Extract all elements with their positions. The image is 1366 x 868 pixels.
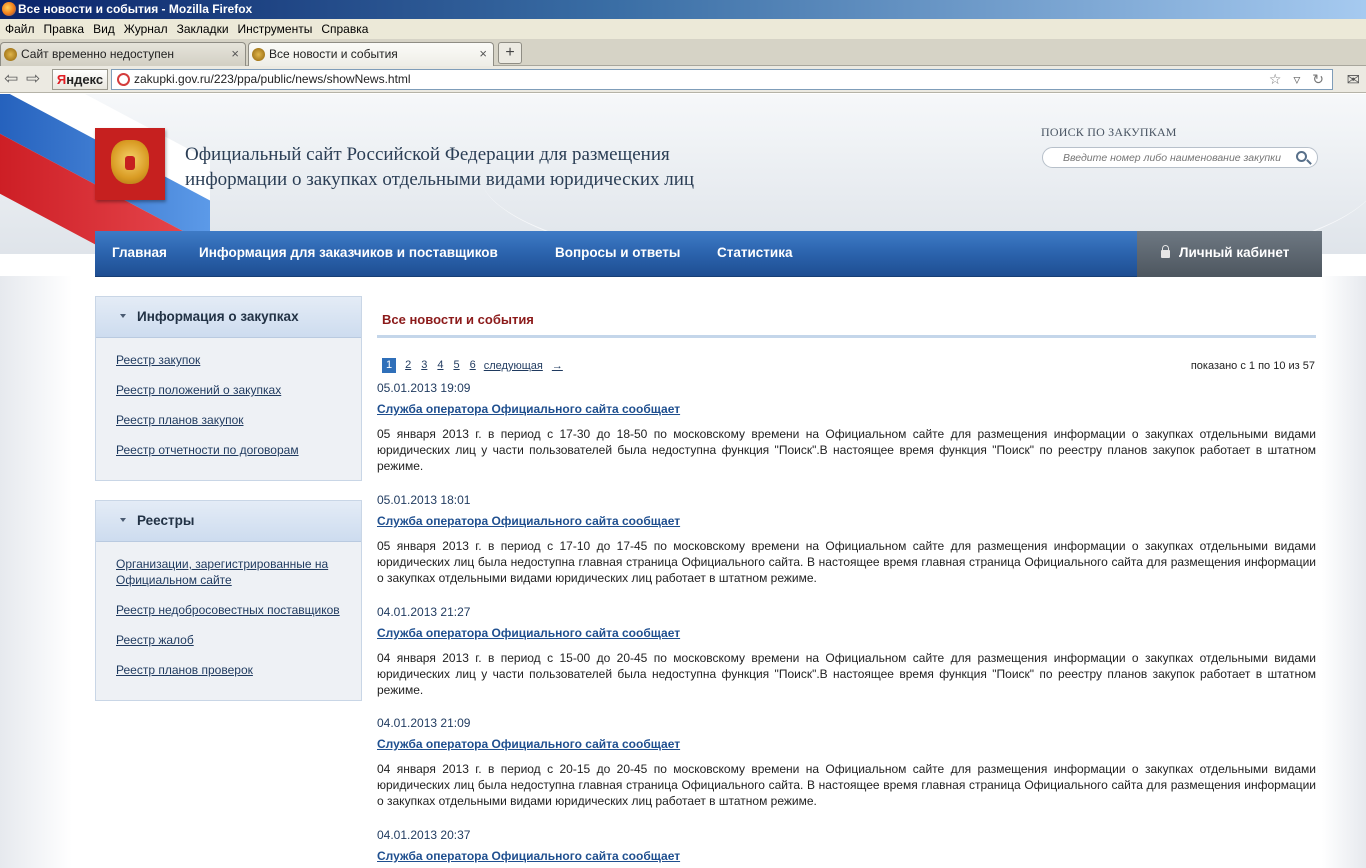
favicon-icon <box>252 48 265 61</box>
news-title-link[interactable]: Служба оператора Официального сайта сооб… <box>377 849 1316 863</box>
news-item: 05.01.2013 18:01 Служба оператора Официа… <box>377 493 1316 586</box>
address-bar[interactable]: zakupki.gov.ru/223/ppa/public/news/showN… <box>111 69 1333 90</box>
search-icon[interactable] <box>1296 151 1307 162</box>
news-title-link[interactable]: Служба оператора Официального сайта сооб… <box>377 626 1316 640</box>
news-item: 04.01.2013 20:37 Служба оператора Официа… <box>377 828 1316 863</box>
sidebar-panel-registries: Реестры Организации, зарегистрированные … <box>95 500 362 701</box>
nav-info-customers-suppliers[interactable]: Информация для заказчиков и поставщиков <box>199 231 498 277</box>
page-link-current[interactable]: 1 <box>382 358 397 373</box>
panel-title: Реестры <box>137 513 195 528</box>
news-date: 04.01.2013 21:09 <box>377 716 471 730</box>
title-divider <box>377 335 1316 338</box>
menu-help[interactable]: Справка <box>319 22 375 36</box>
page-link[interactable]: 2 <box>400 358 416 373</box>
panel-title: Информация о закупках <box>137 309 299 324</box>
panel-header[interactable]: Реестры <box>96 501 361 542</box>
menu-edit[interactable]: Правка <box>42 22 92 36</box>
browser-menu-bar: Файл Правка Вид Журнал Закладки Инструме… <box>0 19 1366 39</box>
pagination: 1 2 3 4 5 6 следующая → <box>382 357 563 374</box>
site-identity-icon[interactable] <box>117 73 130 86</box>
news-body: 05 января 2013 г. в период с 17-30 до 18… <box>377 427 1316 473</box>
news-date: 05.01.2013 18:01 <box>377 493 471 507</box>
news-item: 04.01.2013 21:09 Служба оператора Официа… <box>377 716 1316 809</box>
search-caption: ПОИСК ПО ЗАКУПКАМ <box>1041 125 1177 139</box>
next-page-link[interactable]: следующая <box>484 360 543 372</box>
news-body: 04 января 2013 г. в период с 15-00 до 20… <box>377 651 1316 697</box>
news-item: 05.01.2013 19:09 Служба оператора Официа… <box>377 381 1316 474</box>
window-title: Все новости и события - Mozilla Firefox <box>18 2 253 16</box>
tab-site-unavailable[interactable]: Сайт временно недоступен × <box>0 42 246 66</box>
sidebar-link-inspection-plans[interactable]: Реестр планов проверок <box>116 662 343 678</box>
page-link[interactable]: 4 <box>432 358 448 373</box>
back-arrow-icon[interactable]: ⇦ <box>4 69 18 89</box>
favicon-icon <box>4 48 17 61</box>
sidebar-link-complaints[interactable]: Реестр жалоб <box>116 632 343 648</box>
panel-header[interactable]: Информация о закупках <box>96 297 361 338</box>
news-title-link[interactable]: Служба оператора Официального сайта сооб… <box>377 514 1316 528</box>
browser-tab-bar: Сайт временно недоступен × Все новости и… <box>0 39 1366 67</box>
nav-statistics[interactable]: Статистика <box>717 231 792 277</box>
url-text: zakupki.gov.ru/223/ppa/public/news/showN… <box>134 72 411 86</box>
sidebar-link-plans-registry[interactable]: Реестр планов закупок <box>116 412 343 428</box>
collapse-triangle-icon <box>120 314 126 318</box>
news-body: 04 января 2013 г. в период с 20-15 до 20… <box>377 762 1316 808</box>
close-tab-icon[interactable]: × <box>231 43 239 65</box>
sidebar-link-regulations-registry[interactable]: Реестр положений о закупках <box>116 382 343 398</box>
page-link[interactable]: 6 <box>465 358 481 373</box>
page-side-shade <box>1322 276 1366 868</box>
yandex-logo[interactable]: Яндекс <box>52 69 108 90</box>
page-side-shade <box>0 276 72 868</box>
nav-home[interactable]: Главная <box>112 231 167 277</box>
tab-all-news[interactable]: Все новости и события × <box>248 42 494 67</box>
cabinet-label: Личный кабинет <box>1179 245 1290 260</box>
menu-file[interactable]: Файл <box>3 22 42 36</box>
mail-icon[interactable]: ✉ <box>1347 70 1360 90</box>
sidebar-link-contract-reports[interactable]: Реестр отчетности по договорам <box>116 442 343 458</box>
news-title-link[interactable]: Служба оператора Официального сайта сооб… <box>377 402 1316 416</box>
news-date: 05.01.2013 19:09 <box>377 381 471 395</box>
news-date: 04.01.2013 20:37 <box>377 828 471 842</box>
results-count: показано с 1 по 10 из 57 <box>1190 360 1315 372</box>
menu-view[interactable]: Вид <box>91 22 122 36</box>
main-nav: Главная Информация для заказчиков и пост… <box>95 231 1137 277</box>
sidebar-link-dishonest-suppliers[interactable]: Реестр недобросовестных поставщиков <box>116 602 343 618</box>
coat-of-arms-icon[interactable] <box>95 128 165 200</box>
personal-cabinet-button[interactable]: Личный кабинет <box>1137 231 1322 277</box>
menu-history[interactable]: Журнал <box>122 22 175 36</box>
firefox-icon <box>2 2 16 16</box>
news-item: 04.01.2013 21:27 Служба оператора Официа… <box>377 605 1316 698</box>
lock-icon <box>1161 245 1170 258</box>
nav-faq[interactable]: Вопросы и ответы <box>555 231 680 277</box>
tab-label: Сайт временно недоступен <box>21 47 175 61</box>
news-date: 04.01.2013 21:27 <box>377 605 471 619</box>
sidebar-panel-procurement-info: Информация о закупках Реестр закупок Рее… <box>95 296 362 481</box>
browser-nav-bar: ⇦ ⇨ Яндекс zakupki.gov.ru/223/ppa/public… <box>0 66 1366 93</box>
bookmark-star-icon[interactable]: ☆ ▿ ↻ <box>1269 70 1328 89</box>
close-tab-icon[interactable]: × <box>479 43 487 65</box>
next-arrow-icon[interactable]: → <box>552 360 563 372</box>
page-link[interactable]: 3 <box>416 358 432 373</box>
sidebar-link-registered-orgs[interactable]: Организации, зарегистрированные на Офици… <box>116 556 343 588</box>
collapse-triangle-icon <box>120 518 126 522</box>
site-title: Официальный сайт Российской Федерации дл… <box>185 144 695 190</box>
news-title-link[interactable]: Служба оператора Официального сайта сооб… <box>377 737 1316 751</box>
menu-bookmarks[interactable]: Закладки <box>175 22 236 36</box>
news-body: 05 января 2013 г. в период с 17-10 до 17… <box>377 539 1316 585</box>
new-tab-button[interactable]: + <box>498 42 522 64</box>
menu-tools[interactable]: Инструменты <box>236 22 320 36</box>
sidebar-link-procurement-registry[interactable]: Реестр закупок <box>116 352 343 368</box>
window-title-bar: Все новости и события - Mozilla Firefox <box>0 0 1366 19</box>
page-title: Все новости и события <box>382 312 534 327</box>
search-input[interactable] <box>1042 147 1318 168</box>
page-link[interactable]: 5 <box>449 358 465 373</box>
tab-label: Все новости и события <box>269 47 398 61</box>
forward-arrow-icon[interactable]: ⇨ <box>26 69 40 89</box>
